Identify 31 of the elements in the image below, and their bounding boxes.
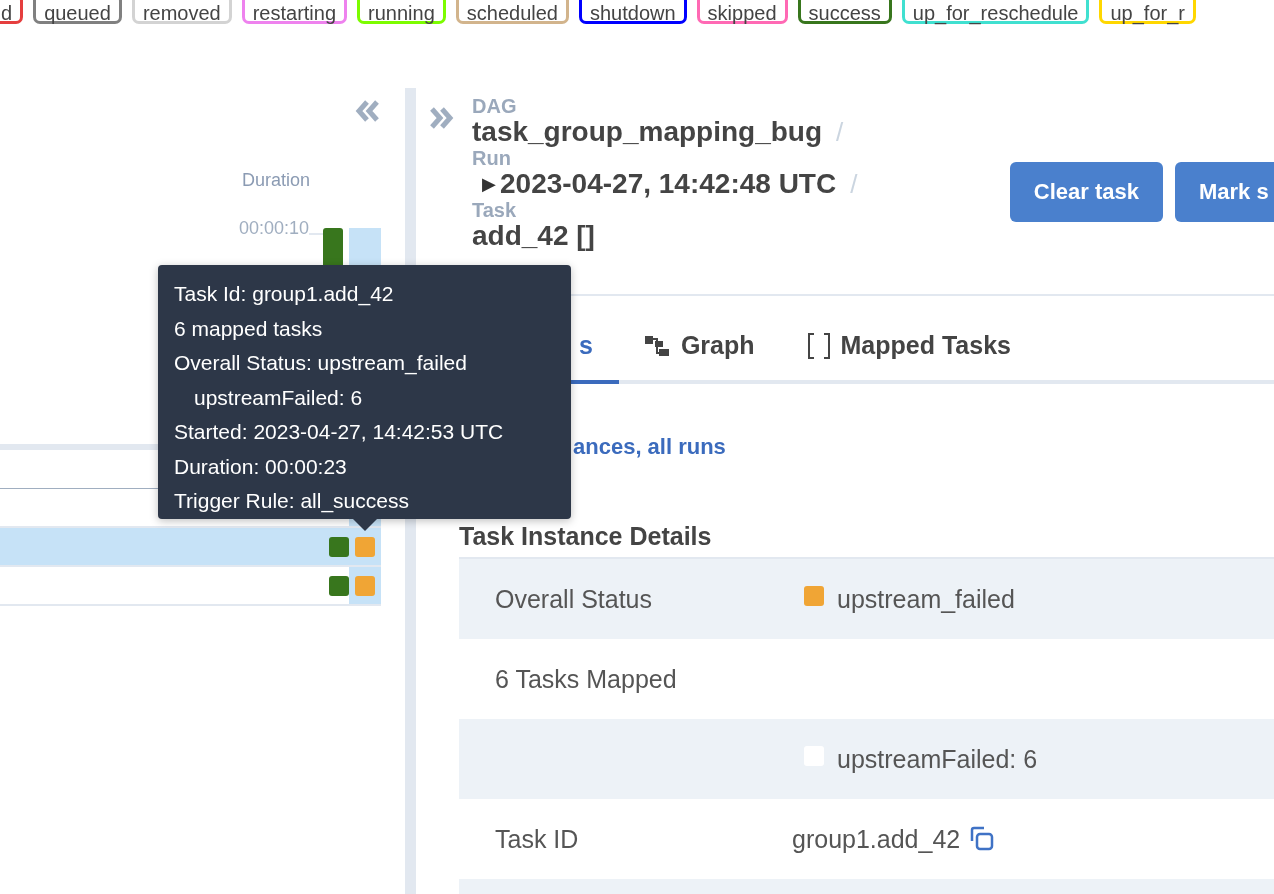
state-legend-chip: success bbox=[797, 0, 892, 24]
breadcrumb-separator: / bbox=[850, 168, 858, 200]
detail-label: 6 Tasks Mapped bbox=[495, 664, 677, 693]
tooltip-line: Duration: 00:00:23 bbox=[174, 453, 348, 480]
state-legend-chip: scheduled bbox=[455, 0, 569, 24]
tooltip-line: Started: 2023-04-27, 14:42:53 UTC bbox=[174, 419, 505, 445]
state-legend-chip: running bbox=[357, 0, 446, 24]
state-legend-chip: shutdown bbox=[578, 0, 687, 24]
detail-label: Task ID bbox=[495, 824, 579, 853]
state-legend-chip: d bbox=[0, 0, 24, 24]
state-legend-chip: restarting bbox=[241, 0, 348, 24]
tooltip-line: upstreamFailed: 6 bbox=[193, 384, 364, 411]
state-legend-chip: queued bbox=[33, 0, 122, 24]
tooltip-line: Trigger Rule: all_success bbox=[174, 488, 410, 515]
breadcrumb-label: DAG bbox=[472, 96, 518, 116]
tooltip-line: 6 mapped tasks bbox=[174, 315, 324, 342]
detail-value: group1.add_42 bbox=[792, 824, 961, 854]
tooltip-line: Task Id: group1.add_42 bbox=[174, 281, 395, 308]
state-legend-chip: removed bbox=[131, 0, 232, 24]
duration-tick-label: 00:00:10 bbox=[238, 218, 309, 239]
breadcrumb-label: Task bbox=[472, 200, 518, 220]
tooltip-line: Overall Status: upstream_failed bbox=[174, 350, 468, 377]
state-legend-chip: up_for_r bbox=[1099, 0, 1196, 24]
state-legend-chip: up_for_reschedule bbox=[901, 0, 1090, 24]
state-legend-chip: skipped bbox=[696, 0, 788, 24]
detail-label: Overall Status bbox=[495, 584, 652, 613]
duration-header: Duration bbox=[241, 170, 310, 191]
breadcrumb-label: Run bbox=[472, 148, 512, 168]
breadcrumb-separator: / bbox=[836, 116, 844, 148]
detail-value: upstream_failed bbox=[837, 584, 1015, 614]
detail-value: upstreamFailed: 6 bbox=[837, 744, 1038, 774]
